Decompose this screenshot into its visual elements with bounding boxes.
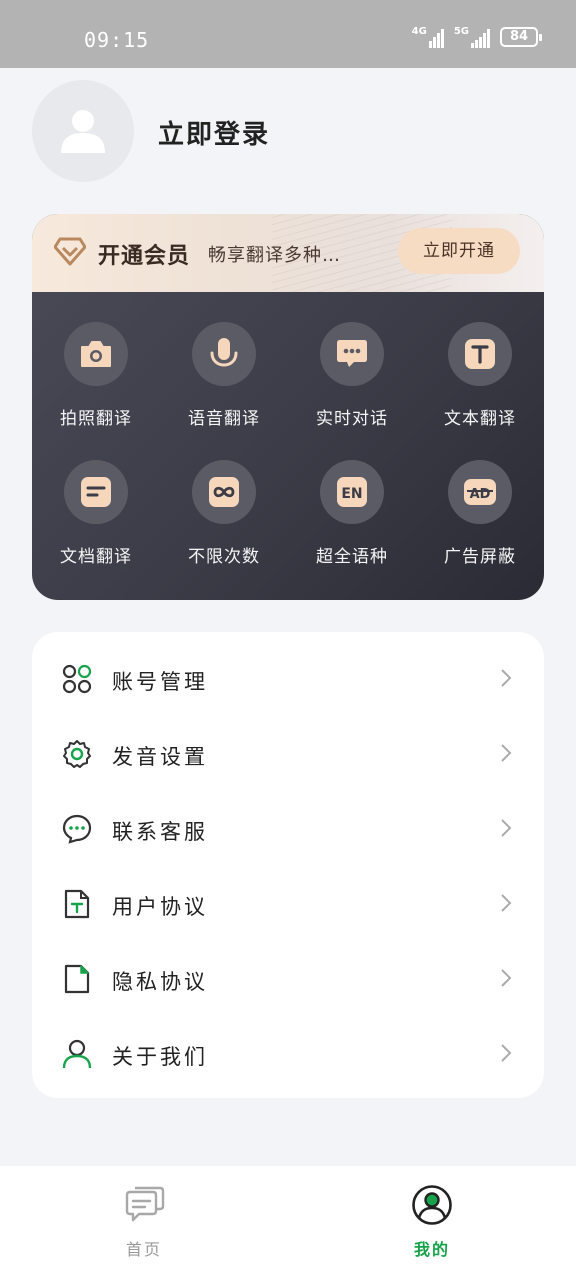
- menu-item-contact-service[interactable]: 联系客服: [32, 790, 544, 865]
- vip-feature-grid: 拍照翻译 语音翻译 实时对话 文本翻译 文档翻译 不限次数 EN 超全语种 AD…: [32, 292, 544, 600]
- tab-mine[interactable]: 我的: [382, 1184, 482, 1260]
- status-indicators: 4G 5G 84: [412, 26, 542, 48]
- document-icon: [64, 460, 128, 524]
- menu-item-pronunciation[interactable]: 发音设置: [32, 715, 544, 790]
- settings-menu: 账号管理 发音设置 联系客服 用户协议 隐私协议 关于我们: [32, 632, 544, 1098]
- chevron-right-icon: [501, 744, 512, 762]
- chevron-right-icon: [501, 969, 512, 987]
- svg-text:EN: EN: [341, 486, 362, 502]
- chevron-right-icon: [501, 819, 512, 837]
- chevron-right-icon: [501, 894, 512, 912]
- chevron-right-icon: [501, 669, 512, 687]
- feature-photo-translate[interactable]: 拍照翻译: [32, 322, 160, 429]
- menu-item-account[interactable]: 账号管理: [32, 640, 544, 715]
- feature-unlimited[interactable]: 不限次数: [160, 460, 288, 567]
- camera-icon: [64, 322, 128, 386]
- microphone-icon: [192, 322, 256, 386]
- gear-icon: [63, 740, 91, 768]
- feature-document-translate[interactable]: 文档翻译: [32, 460, 160, 567]
- privacy-icon: [64, 964, 90, 994]
- profile-icon: [412, 1185, 452, 1225]
- tab-home[interactable]: 首页: [94, 1184, 194, 1260]
- feature-text-translate[interactable]: 文本翻译: [416, 322, 544, 429]
- bottom-tab-bar: 首页 我的: [0, 1166, 576, 1280]
- chat-icon: [320, 322, 384, 386]
- menu-item-privacy-agreement[interactable]: 隐私协议: [32, 940, 544, 1015]
- menu-item-about-us[interactable]: 关于我们: [32, 1015, 544, 1090]
- feature-ad-block[interactable]: AD 广告屏蔽: [416, 460, 544, 567]
- agreement-icon: [64, 889, 90, 919]
- infinity-icon: [192, 460, 256, 524]
- account-icon: [62, 664, 92, 694]
- diamond-icon: [54, 237, 86, 266]
- text-icon: [448, 322, 512, 386]
- menu-item-user-agreement[interactable]: 用户协议: [32, 865, 544, 940]
- status-time: 09:15: [84, 28, 150, 52]
- feature-voice-translate[interactable]: 语音翻译: [160, 322, 288, 429]
- vip-subtitle: 畅享翻译多种…: [208, 245, 341, 266]
- user-placeholder-icon: [61, 110, 105, 153]
- signal-4g-icon: 4G: [412, 26, 444, 48]
- chevron-right-icon: [501, 1044, 512, 1062]
- about-icon: [62, 1039, 92, 1069]
- feature-realtime-chat[interactable]: 实时对话: [288, 322, 416, 429]
- service-icon: [62, 814, 92, 844]
- ad-block-icon: AD: [448, 460, 512, 524]
- open-vip-button[interactable]: 立即开通: [398, 228, 520, 274]
- svg-text:AD: AD: [470, 487, 491, 502]
- vip-title: 开通会员: [98, 244, 191, 269]
- signal-5g-icon: 5G: [454, 26, 490, 48]
- login-link[interactable]: 立即登录: [158, 114, 270, 151]
- battery-icon: 84: [500, 27, 542, 47]
- avatar[interactable]: [32, 80, 134, 182]
- home-chat-icon: [125, 1186, 165, 1222]
- vip-card: 开通会员 畅享翻译多种… 立即开通 拍照翻译 语音翻译 实时对话 文本翻译 文档…: [32, 214, 544, 600]
- en-icon: EN: [320, 460, 384, 524]
- feature-all-languages[interactable]: EN 超全语种: [288, 460, 416, 567]
- status-bar: 09:15 4G 5G 84: [0, 0, 576, 68]
- vip-header: 开通会员 畅享翻译多种… 立即开通: [32, 214, 544, 292]
